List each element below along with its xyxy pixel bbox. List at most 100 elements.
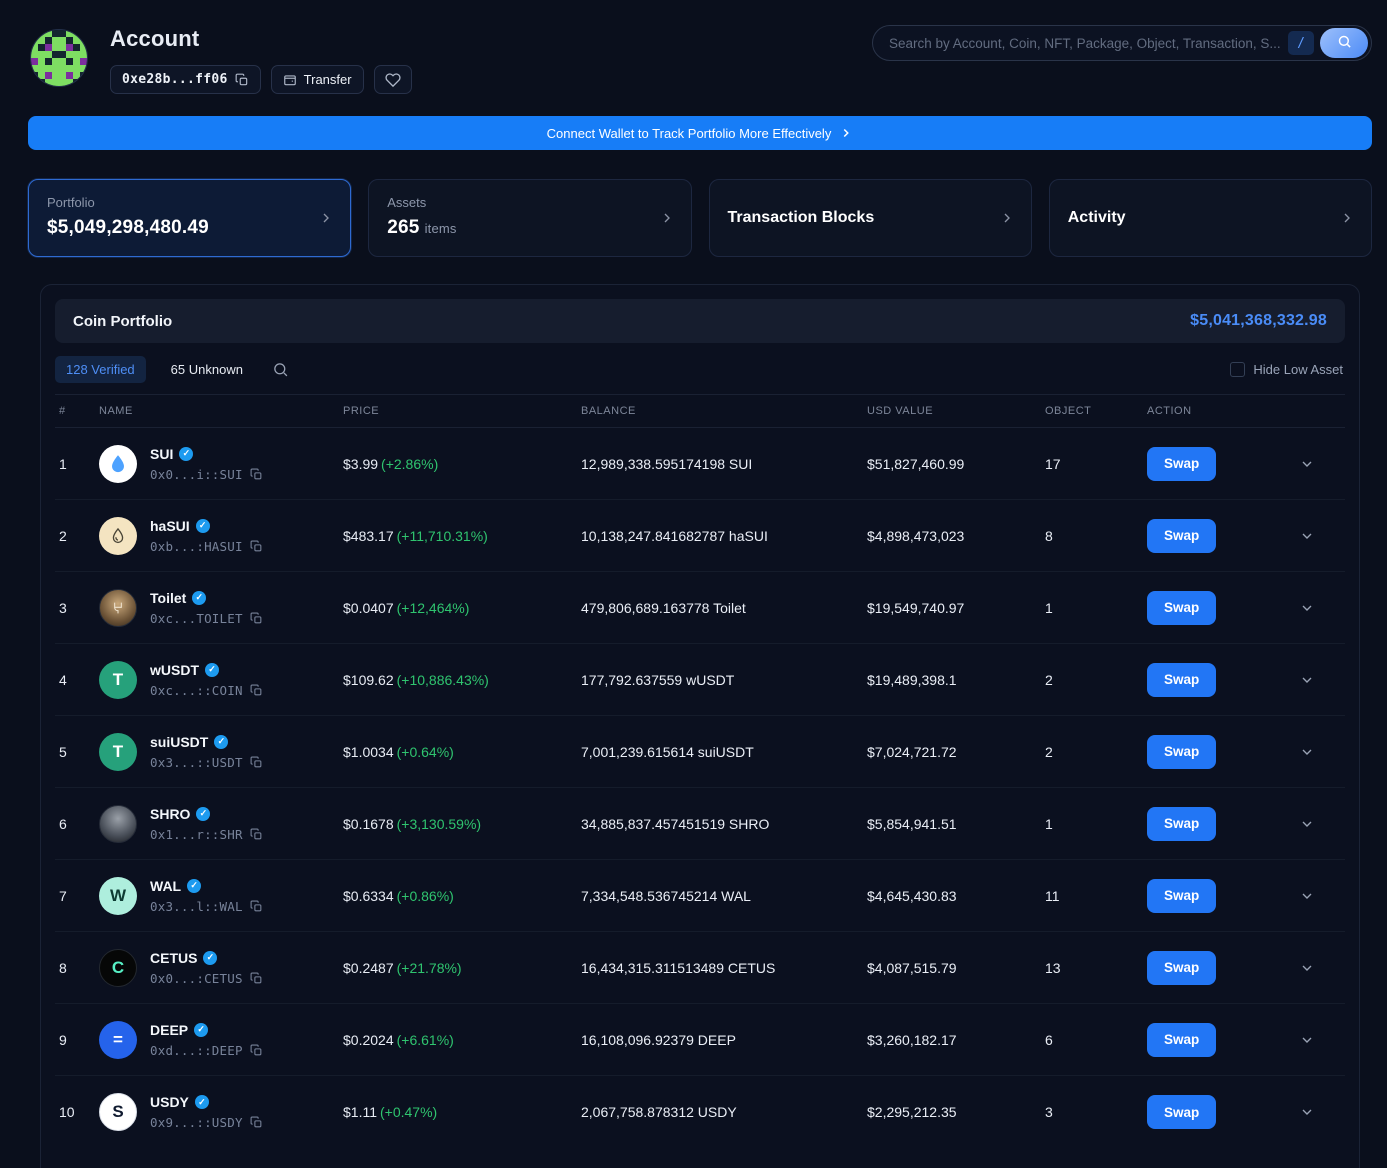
chevron-down-icon[interactable]: [1299, 888, 1315, 904]
coin-balance: 34,885,837.457451519 SHRO: [581, 816, 867, 832]
chevron-down-icon[interactable]: [1299, 528, 1315, 544]
swap-button[interactable]: Swap: [1147, 1023, 1216, 1057]
coin-price: $109.62: [343, 672, 394, 688]
verified-badge-icon: [187, 879, 201, 893]
usdy-icon: S: [99, 1093, 137, 1131]
portfolio-card[interactable]: Portfolio $5,049,298,480.49: [28, 179, 351, 257]
chevron-down-icon[interactable]: [1299, 456, 1315, 472]
row-index: 4: [55, 672, 99, 688]
copy-icon[interactable]: [250, 828, 263, 841]
swap-button[interactable]: Swap: [1147, 807, 1216, 841]
activity-card[interactable]: Activity: [1049, 179, 1372, 257]
table-row: 4 T wUSDT 0xc...::COIN $109.62(+10,886.4…: [55, 644, 1345, 716]
transfer-button[interactable]: Transfer: [271, 65, 364, 94]
swap-button[interactable]: Swap: [1147, 735, 1216, 769]
table-row: 1 SUI 0x0...i::SUI $3.99(+2.86%) 12,989,…: [55, 428, 1345, 500]
hide-low-asset-toggle[interactable]: Hide Low Asset: [1230, 362, 1343, 377]
col-index: #: [55, 405, 99, 417]
tether-icon: T: [99, 733, 137, 771]
coin-balance: 7,334,548.536745214 WAL: [581, 888, 867, 904]
row-index: 5: [55, 744, 99, 760]
swap-button[interactable]: Swap: [1147, 663, 1216, 697]
copy-icon[interactable]: [250, 1044, 263, 1057]
chevron-down-icon[interactable]: [1299, 1104, 1315, 1120]
chevron-down-icon[interactable]: [1299, 600, 1315, 616]
tab-verified[interactable]: 128 Verified: [55, 356, 146, 383]
chevron-down-icon[interactable]: [1299, 672, 1315, 688]
coin-change: (+0.86%): [397, 888, 454, 904]
coin-address: 0x3...l::WAL: [150, 899, 243, 914]
coin-change: (+0.64%): [397, 744, 454, 760]
assets-card[interactable]: Assets 265items: [368, 179, 691, 257]
swap-button[interactable]: Swap: [1147, 591, 1216, 625]
verified-badge-icon: [179, 447, 193, 461]
walrus-icon: W: [99, 877, 137, 915]
search-button[interactable]: [1320, 28, 1368, 58]
chevron-down-icon[interactable]: [1299, 960, 1315, 976]
swap-button[interactable]: Swap: [1147, 879, 1216, 913]
copy-icon[interactable]: [250, 1116, 263, 1129]
copy-icon[interactable]: [250, 756, 263, 769]
hide-low-asset-label: Hide Low Asset: [1253, 362, 1343, 377]
coin-name: suiUSDT: [150, 734, 208, 750]
coin-change: (+3,130.59%): [397, 816, 481, 832]
coin-balance: 12,989,338.595174198 SUI: [581, 456, 867, 472]
col-balance: BALANCE: [581, 405, 867, 417]
coin-address: 0xc...TOILET: [150, 611, 243, 626]
row-index: 8: [55, 960, 99, 976]
coin-name: DEEP: [150, 1022, 188, 1038]
tab-unknown[interactable]: 65 Unknown: [160, 356, 254, 383]
coin-name: haSUI: [150, 518, 190, 534]
search-icon[interactable]: [272, 361, 289, 378]
verified-badge-icon: [203, 951, 217, 965]
transaction-blocks-card[interactable]: Transaction Blocks: [709, 179, 1032, 257]
coin-change: (+2.86%): [381, 456, 438, 472]
chevron-right-icon: [318, 210, 334, 226]
coin-name: wUSDT: [150, 662, 199, 678]
copy-icon[interactable]: [250, 468, 263, 481]
table-row: 10 S USDY 0x9...::USDY $1.11(+0.47%) 2,0…: [55, 1076, 1345, 1148]
coin-usd-value: $2,295,212.35: [867, 1104, 1045, 1120]
coin-object-count: 1: [1045, 600, 1147, 616]
chevron-down-icon[interactable]: [1299, 816, 1315, 832]
copy-icon[interactable]: [250, 540, 263, 553]
copy-icon[interactable]: [250, 612, 263, 625]
swap-button[interactable]: Swap: [1147, 951, 1216, 985]
chevron-down-icon[interactable]: [1299, 744, 1315, 760]
coin-change: (+0.47%): [380, 1104, 437, 1120]
coin-address: 0x1...r::SHR: [150, 827, 243, 842]
copy-icon[interactable]: [250, 684, 263, 697]
summary-cards: Portfolio $5,049,298,480.49 Assets 265it…: [28, 179, 1372, 257]
coin-balance: 16,108,096.92379 DEEP: [581, 1032, 867, 1048]
verified-badge-icon: [196, 519, 210, 533]
col-price: PRICE: [343, 405, 581, 417]
swap-button[interactable]: Swap: [1147, 1095, 1216, 1129]
swap-button[interactable]: Swap: [1147, 519, 1216, 553]
coin-usd-value: $4,087,515.79: [867, 960, 1045, 976]
transfer-label: Transfer: [304, 72, 352, 87]
coin-price: $0.2487: [343, 960, 394, 976]
coin-object-count: 1: [1045, 816, 1147, 832]
table-row: 2 haSUI 0xb...:HASUI $483.17(+11,710.31%…: [55, 500, 1345, 572]
coin-price: $0.2024: [343, 1032, 394, 1048]
table-row: 7 W WAL 0x3...l::WAL $0.6334(+0.86%) 7,3…: [55, 860, 1345, 932]
account-avatar: [30, 29, 88, 87]
verified-badge-icon: [195, 1095, 209, 1109]
coin-name: SUI: [150, 446, 173, 462]
account-address-chip[interactable]: 0xe28b...ff06: [110, 65, 261, 94]
copy-icon[interactable]: [235, 73, 249, 87]
swap-button[interactable]: Swap: [1147, 447, 1216, 481]
coin-name: Toilet: [150, 590, 186, 606]
search-input[interactable]: [889, 36, 1288, 51]
row-index: 9: [55, 1032, 99, 1048]
chevron-down-icon[interactable]: [1299, 1032, 1315, 1048]
verified-badge-icon: [214, 735, 228, 749]
coin-change: (+11,710.31%): [397, 528, 488, 544]
copy-icon[interactable]: [250, 900, 263, 913]
hide-low-asset-checkbox[interactable]: [1230, 362, 1245, 377]
favorite-button[interactable]: [374, 65, 412, 94]
connect-wallet-banner[interactable]: Connect Wallet to Track Portfolio More E…: [28, 116, 1372, 150]
coin-object-count: 3: [1045, 1104, 1147, 1120]
copy-icon[interactable]: [250, 972, 263, 985]
coin-usd-value: $7,024,721.72: [867, 744, 1045, 760]
